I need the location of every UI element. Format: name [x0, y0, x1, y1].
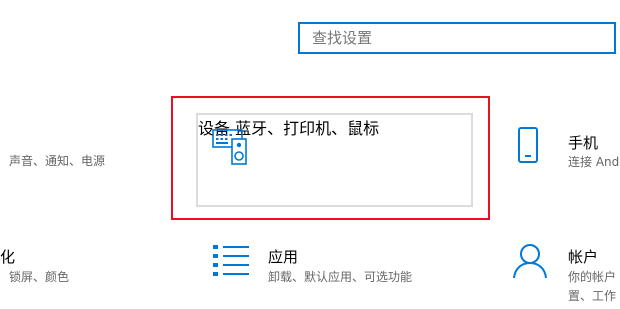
search-input[interactable] — [300, 24, 614, 52]
tile-devices[interactable]: 设备 蓝牙、打印机、鼠标 — [196, 113, 473, 207]
tile-personalization[interactable]: 化 锁屏、颜色 — [0, 240, 150, 300]
search-box[interactable] — [298, 22, 616, 54]
tile-apps-title: 应用 — [268, 248, 299, 266]
tile-accounts[interactable]: 帐户 你的帐户 置、工作 — [505, 240, 620, 309]
tile-system[interactable]: 声音、通知、电源 — [0, 120, 150, 190]
tile-phone-desc: 连接 Android — [568, 155, 620, 169]
tile-apps-desc: 卸载、默认应用、可选功能 — [268, 270, 413, 284]
tile-accounts-title: 帐户 — [568, 248, 599, 266]
apps-list-icon — [211, 242, 251, 284]
tile-apps[interactable]: 应用 卸载、默认应用、可选功能 — [205, 240, 465, 300]
tile-accounts-desc-line2: 置、工作 — [568, 289, 617, 303]
tile-system-desc: 声音、通知、电源 — [9, 154, 106, 168]
tile-personalization-desc: 锁屏、颜色 — [9, 270, 70, 284]
tile-personalization-title: 化 — [0, 248, 16, 266]
keyboard-speaker-icon — [212, 128, 250, 170]
tile-phone[interactable]: 手机 连接 Android — [505, 120, 620, 190]
tile-devices-desc: 蓝牙、打印机、鼠标 — [235, 119, 380, 138]
phone-icon — [515, 126, 541, 168]
person-icon — [511, 242, 549, 284]
tile-phone-title: 手机 — [568, 134, 599, 152]
